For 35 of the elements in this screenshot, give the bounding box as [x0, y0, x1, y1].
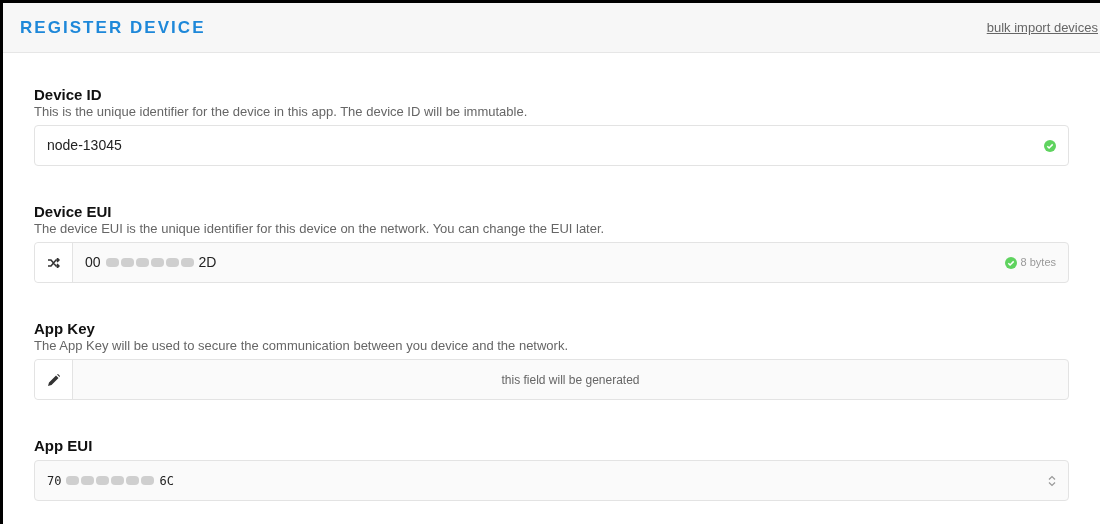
redacted-block	[150, 258, 164, 267]
field-label: App EUI	[34, 437, 94, 455]
redacted-block	[111, 476, 125, 485]
redacted-block	[135, 258, 149, 267]
field-label: App Key	[34, 320, 96, 338]
page-title: REGISTER DEVICE	[20, 16, 206, 39]
redacted-block	[165, 258, 179, 267]
byte-count: 8 bytes	[1020, 255, 1056, 271]
shuffle-icon	[47, 257, 60, 268]
field-value: 6C	[159, 472, 175, 490]
field-label: Device EUI	[34, 203, 113, 221]
redacted-block	[66, 476, 80, 485]
field-value: 2D	[198, 253, 218, 272]
field-label: Device ID	[34, 86, 103, 104]
input-field[interactable]: node-13045	[34, 125, 1069, 166]
field-placeholder: this field will be generated	[500, 371, 641, 389]
field-value: 70	[47, 472, 62, 490]
input-field[interactable]: this field will be generated	[34, 359, 1069, 400]
field-description: The device EUI is the unique identifier for this device on the network. You can change the EUI later.	[34, 221, 606, 237]
redacted-block	[120, 258, 134, 267]
redacted-block	[180, 258, 194, 267]
redacted-block	[96, 476, 110, 485]
redacted-block	[141, 476, 155, 485]
redacted-block	[105, 258, 119, 267]
redacted-block	[126, 476, 140, 485]
field-description: The App Key will be used to secure the communication between you device and the network.	[34, 338, 570, 354]
field-value: 00	[85, 253, 101, 272]
chevron-updown-icon	[1048, 474, 1056, 487]
select-field[interactable]: 70 6C	[34, 460, 1069, 501]
field-value: node-13045	[47, 136, 123, 155]
bulk-import-link[interactable]: bulk import devices	[986, 17, 1098, 38]
field-description: This is the unique identifier for the device in this app. The device ID will be immutable.	[34, 104, 529, 120]
pencil-icon	[47, 373, 60, 386]
input-field[interactable]: 00 2D 8 bytes	[34, 242, 1069, 283]
redacted-block	[81, 476, 95, 485]
